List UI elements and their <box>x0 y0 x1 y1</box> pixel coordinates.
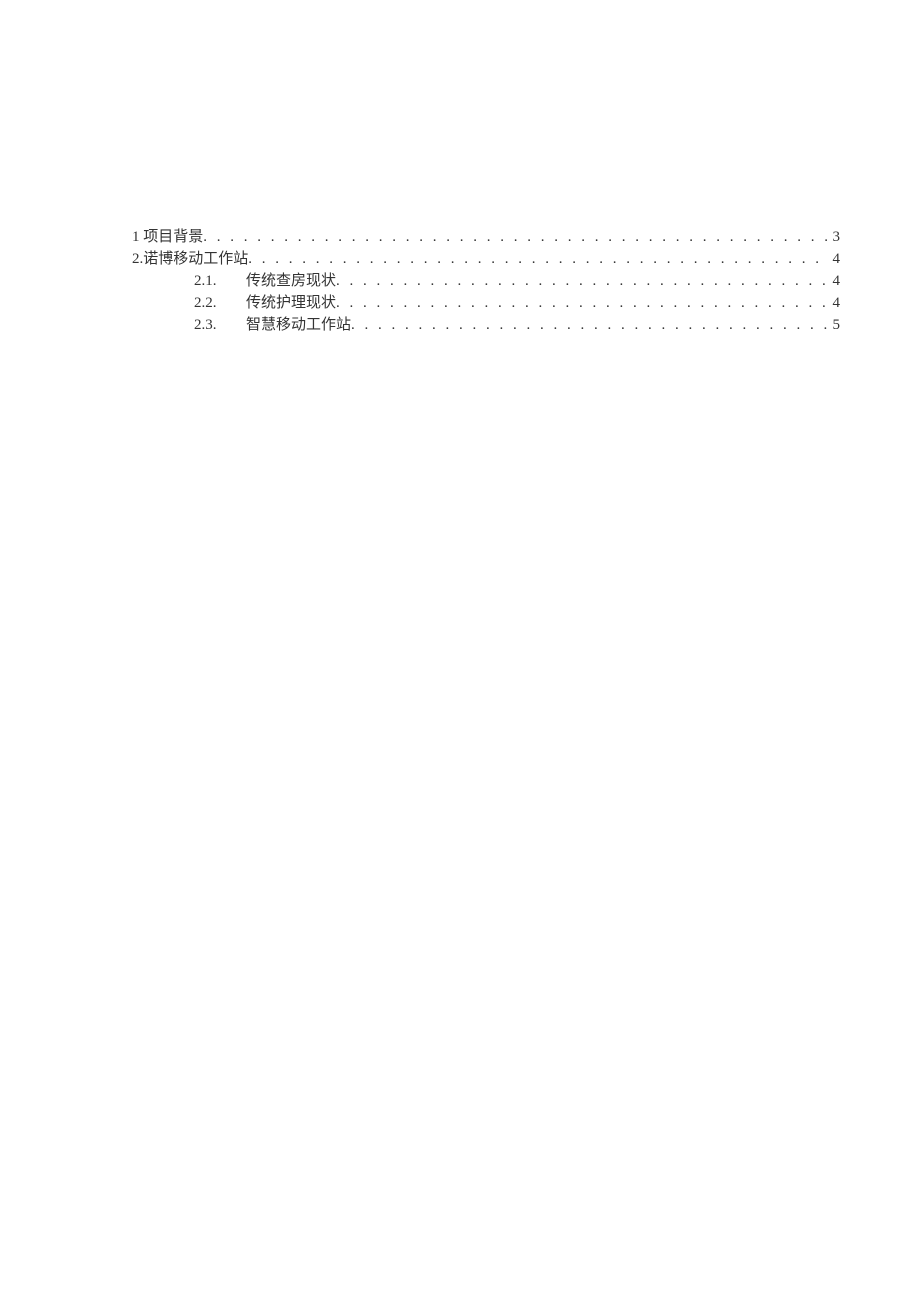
toc-entry-page: 3 <box>829 226 841 248</box>
toc-entry-label: 2.诺博移动工作站 <box>132 248 248 270</box>
toc-leader-dots <box>336 270 828 292</box>
toc-leader-dots <box>248 248 828 270</box>
document-page: 1 项目背景 3 2.诺博移动工作站 4 2.1. 传统查房现状 4 2.2. … <box>0 0 920 1301</box>
toc-entry-number: 2.2. <box>194 292 246 314</box>
table-of-contents: 1 项目背景 3 2.诺博移动工作站 4 2.1. 传统查房现状 4 2.2. … <box>132 226 840 336</box>
toc-entry-label: 智慧移动工作站 <box>246 314 351 336</box>
toc-leader-dots <box>203 226 828 248</box>
toc-entry-page: 4 <box>829 248 841 270</box>
toc-entry-page: 4 <box>829 270 841 292</box>
toc-entry[interactable]: 2.1. 传统查房现状 4 <box>132 270 840 292</box>
toc-entry-page: 4 <box>829 292 841 314</box>
toc-leader-dots <box>351 314 828 336</box>
toc-entry-label: 传统护理现状 <box>246 292 336 314</box>
toc-entry-page: 5 <box>829 314 841 336</box>
toc-entry-label: 1 项目背景 <box>132 226 203 248</box>
toc-entry[interactable]: 1 项目背景 3 <box>132 226 840 248</box>
toc-entry[interactable]: 2.2. 传统护理现状 4 <box>132 292 840 314</box>
toc-entry-label: 传统查房现状 <box>246 270 336 292</box>
toc-leader-dots <box>336 292 828 314</box>
toc-entry-number: 2.3. <box>194 314 246 336</box>
toc-entry-number: 2.1. <box>194 270 246 292</box>
toc-entry[interactable]: 2.3. 智慧移动工作站 5 <box>132 314 840 336</box>
toc-entry[interactable]: 2.诺博移动工作站 4 <box>132 248 840 270</box>
